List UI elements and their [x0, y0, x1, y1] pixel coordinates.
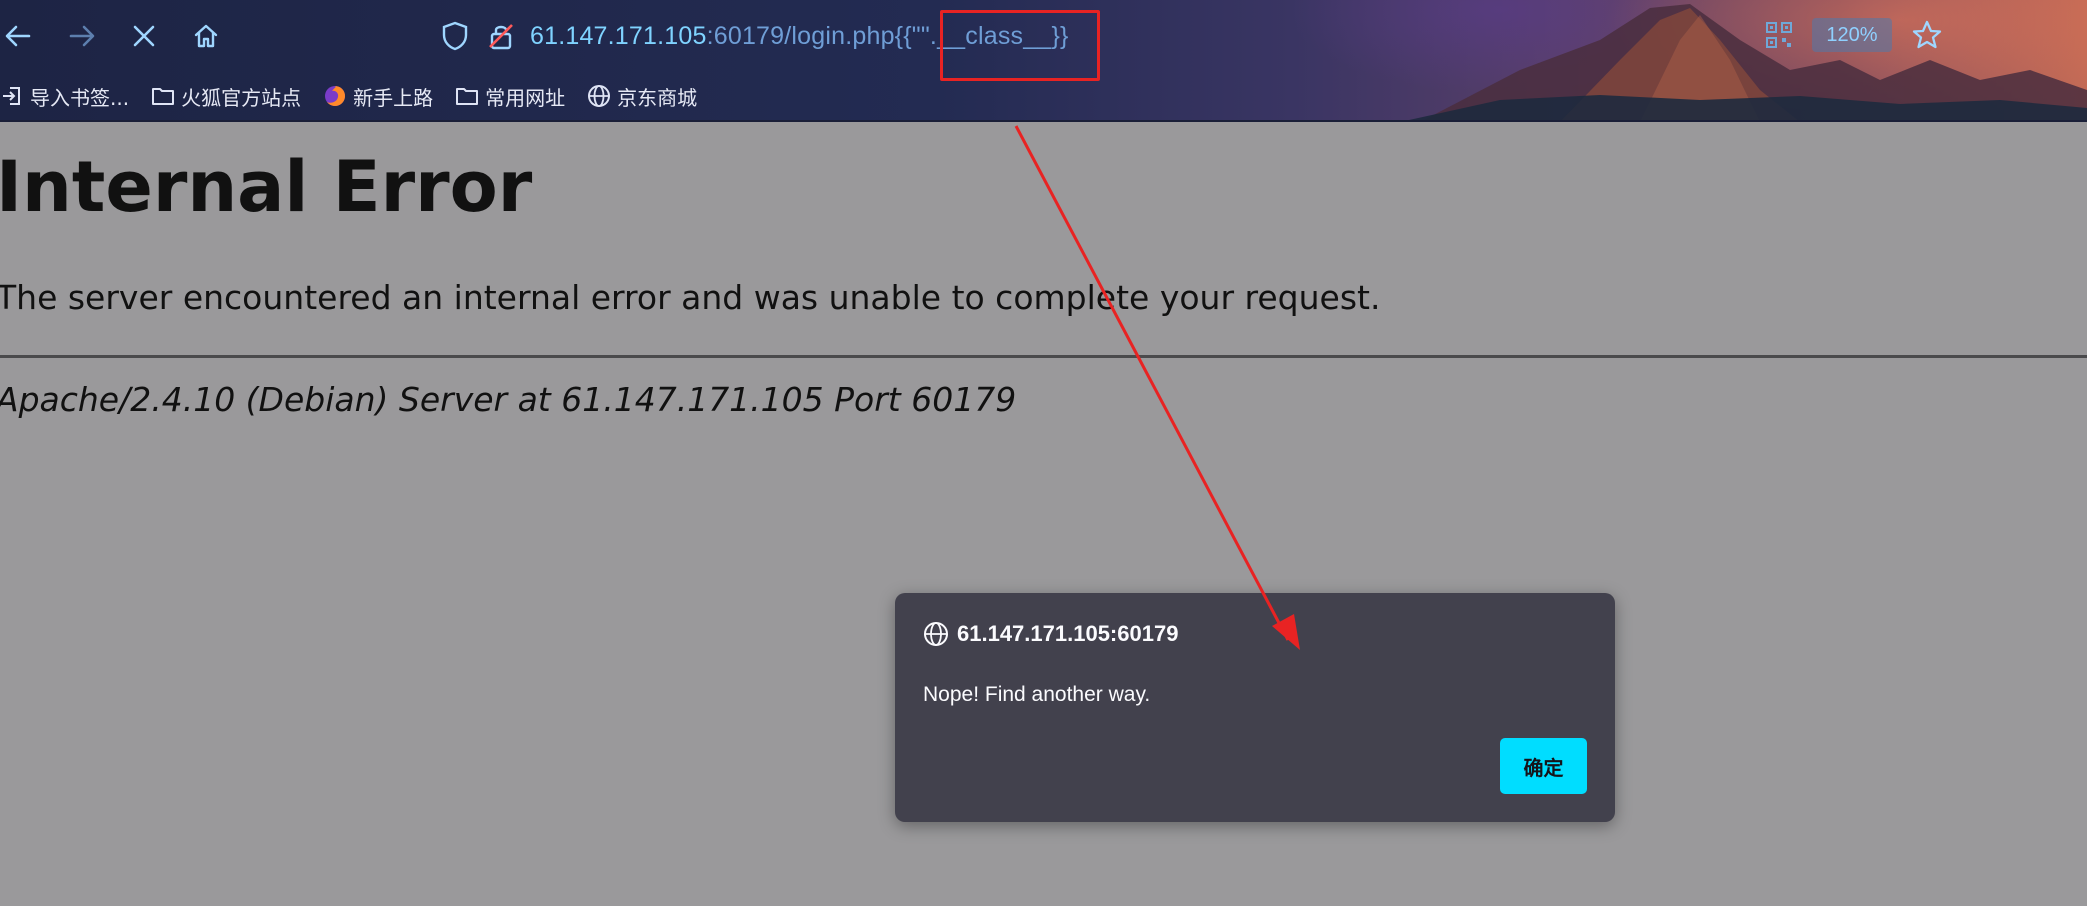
page-title: Internal Error — [0, 146, 533, 228]
dialog-header: 61.147.171.105:60179 — [923, 621, 1178, 647]
back-arrow-icon[interactable] — [0, 18, 36, 54]
folder-icon — [455, 84, 479, 108]
alert-dialog: 61.147.171.105:60179 Nope! Find another … — [895, 593, 1615, 822]
import-icon — [0, 84, 24, 108]
bookmark-label: 常用网址 — [485, 85, 566, 110]
error-message: The server encountered an internal error… — [0, 278, 1381, 317]
bookmark-item-getting-started[interactable]: 新手上路 — [323, 82, 433, 111]
insecure-lock-icon[interactable] — [486, 20, 518, 52]
globe-icon — [587, 84, 611, 108]
folder-icon — [151, 84, 175, 108]
bookmark-item-import[interactable]: 导入书签... — [0, 82, 129, 111]
qr-code-icon[interactable] — [1764, 20, 1796, 52]
dialog-origin: 61.147.171.105:60179 — [957, 621, 1179, 646]
zoom-level-button[interactable]: 120% — [1812, 18, 1892, 52]
shield-icon[interactable] — [440, 20, 472, 52]
forward-arrow-icon[interactable] — [64, 18, 100, 54]
bookmark-label: 火狐官方站点 — [181, 85, 302, 110]
ok-button[interactable]: 确定 — [1500, 738, 1587, 794]
url-host: 61.147.171.105 — [530, 21, 707, 50]
close-icon[interactable] — [126, 18, 162, 54]
bookmark-item-common-sites[interactable]: 常用网址 — [455, 82, 565, 111]
firefox-icon — [323, 84, 347, 108]
bookmark-label: 新手上路 — [353, 85, 434, 110]
browser-toolbar: 61.147.171.105:60179/login.php{{"".__cla… — [0, 0, 2087, 122]
annotation-highlight-box — [940, 10, 1100, 81]
bookmark-label: 导入书签... — [30, 85, 130, 110]
bookmark-item-jd[interactable]: 京东商城 — [587, 82, 697, 111]
globe-icon — [923, 621, 949, 647]
star-icon[interactable] — [1910, 18, 1944, 52]
bookmark-label: 京东商城 — [617, 85, 698, 110]
divider — [0, 355, 2087, 358]
dialog-message: Nope! Find another way. — [923, 683, 1151, 706]
bookmarks-bar: 导入书签... 火狐官方站点 新手上路 常用网址 京东商城 — [0, 80, 719, 112]
server-signature: Apache/2.4.10 (Debian) Server at 61.147.… — [0, 380, 1017, 419]
bookmark-item-firefox-site[interactable]: 火狐官方站点 — [151, 82, 301, 111]
home-icon[interactable] — [188, 18, 224, 54]
